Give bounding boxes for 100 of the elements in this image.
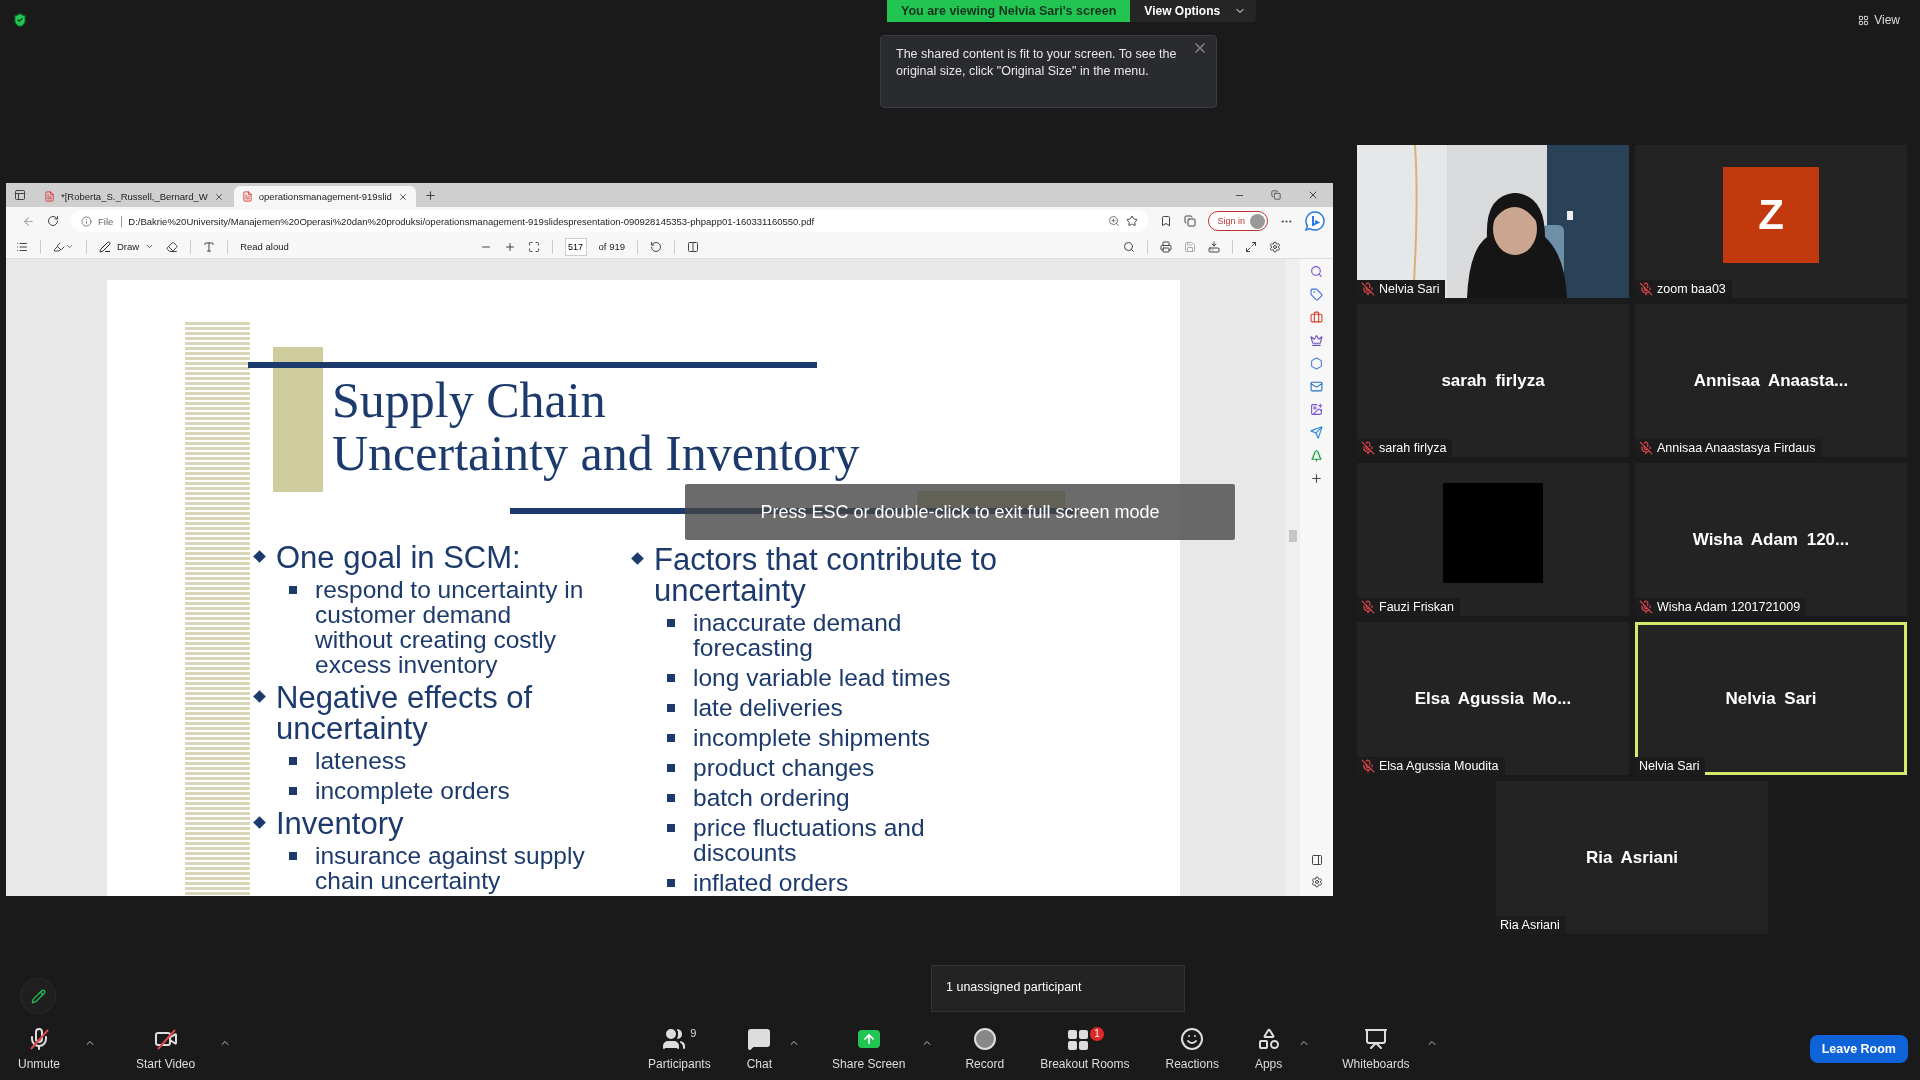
settings-icon[interactable] — [1310, 876, 1323, 888]
page-view-icon[interactable] — [687, 240, 699, 253]
avatar-initial: Z — [1723, 166, 1819, 263]
rotate-icon[interactable] — [650, 240, 662, 253]
print-icon[interactable] — [1160, 240, 1172, 253]
whiteboards-button[interactable]: Whiteboards — [1338, 1027, 1414, 1071]
fit-width-icon[interactable] — [527, 240, 540, 253]
annotate-button[interactable] — [20, 978, 56, 1014]
sign-in-button[interactable]: Sign in — [1208, 211, 1268, 231]
participant-name: Wisha Adam 120... — [1692, 529, 1850, 550]
search-icon[interactable] — [1310, 265, 1323, 278]
save-as-icon[interactable] — [1208, 240, 1220, 253]
participant-label-text: sarah firlyza — [1379, 441, 1447, 455]
view-options-button[interactable]: View Options — [1130, 0, 1257, 22]
participant-label-text: Fauzi Friskan — [1379, 600, 1455, 614]
tab-actions-icon[interactable] — [14, 189, 26, 201]
diamond-bullet-icon — [253, 816, 266, 829]
restore-icon[interactable] — [1271, 189, 1281, 201]
tree-icon[interactable] — [1310, 449, 1323, 462]
read-aloud-button[interactable]: Read aloud — [240, 241, 289, 252]
bullet-text: insurance against supply chain uncertainty — [315, 843, 585, 893]
toolbox-icon[interactable] — [1310, 311, 1323, 324]
pencil-icon — [30, 988, 46, 1004]
info-icon — [81, 215, 92, 227]
smiley-icon — [1180, 1027, 1205, 1051]
unassigned-tooltip: 1 unassigned participant — [931, 965, 1185, 1012]
apps-button[interactable]: Apps — [1250, 1027, 1287, 1071]
bullet-text: batch ordering — [693, 785, 851, 810]
record-icon — [972, 1027, 997, 1051]
bullet-text: lateness — [315, 748, 408, 773]
close-icon[interactable] — [397, 191, 408, 202]
chat-button[interactable]: Chat — [742, 1027, 777, 1071]
breakout-button[interactable]: 1 Breakout Rooms — [1036, 1027, 1134, 1071]
diamond-bullet-icon — [253, 690, 266, 703]
reactions-button[interactable]: Reactions — [1161, 1027, 1223, 1071]
security-shield-icon[interactable] — [12, 12, 28, 28]
draw-button[interactable]: Draw — [99, 240, 155, 253]
participant-label-text: Annisaa Anaastasya Firdaus — [1657, 441, 1816, 455]
square-bullet-icon — [667, 619, 675, 627]
mic-button[interactable]: Unmute — [14, 1027, 65, 1071]
participant-name: sarah firlyza — [1441, 370, 1545, 391]
sidebar-panel-icon[interactable] — [1310, 854, 1323, 866]
zoom-icon[interactable] — [1108, 215, 1121, 227]
browser-tab[interactable]: *[Roberta_S._Russell,_Bernard_W — [36, 186, 232, 207]
pdf-file-icon — [44, 191, 55, 202]
record-button[interactable]: Record — [961, 1027, 1009, 1071]
settings-icon[interactable] — [1269, 240, 1281, 253]
fullscreen-notice: Press ESC or double-click to exit full screen mode — [685, 484, 1235, 540]
bullet-heading: Inventory — [276, 808, 405, 839]
mail-icon[interactable] — [1310, 380, 1323, 393]
share-button[interactable]: Share Screen — [828, 1027, 910, 1071]
apps-icon — [1256, 1027, 1281, 1051]
avatar-icon — [1250, 213, 1265, 229]
participants-button[interactable]: 9 Participants — [644, 1027, 715, 1071]
square-bullet-icon — [667, 674, 675, 682]
browser-tab[interactable]: operationsmanagement-919slid — [233, 186, 416, 207]
pdf-file-icon — [241, 191, 253, 202]
expand-icon[interactable] — [1245, 240, 1257, 253]
close-icon[interactable] — [1307, 189, 1319, 201]
participant-label-text: Ria Asriani — [1500, 918, 1560, 932]
search-icon[interactable] — [1123, 240, 1135, 253]
chat-icon — [747, 1027, 772, 1051]
square-bullet-icon — [667, 794, 675, 802]
add-favorite-icon[interactable] — [1126, 215, 1139, 227]
square-bullet-icon — [289, 852, 297, 860]
caret-icon[interactable] — [145, 242, 155, 251]
refresh-icon[interactable] — [47, 215, 59, 227]
view-button[interactable]: View — [1852, 12, 1906, 28]
zoom-in-icon[interactable] — [503, 240, 516, 253]
text-box-icon[interactable] — [203, 240, 216, 253]
square-bullet-icon — [289, 787, 297, 795]
tag-icon[interactable] — [1310, 288, 1323, 301]
diamond-bullet-icon — [631, 552, 644, 565]
square-bullet-icon — [667, 824, 675, 832]
page-number-field[interactable]: 517 — [564, 237, 587, 256]
bullet-text: incomplete shipments — [693, 725, 931, 750]
address-field[interactable]: File D:/Bakrie%20University/Manajemen%20Operasi%20dan%20produksi/operationsmanagement-919slidespresentation-090928145353-phpapp01-160331160550.pdf — [71, 210, 1149, 232]
chat-bubble-icon[interactable] — [1305, 211, 1325, 231]
participant-name: Elsa Agussia Mo... — [1414, 688, 1572, 709]
video-button[interactable]: Start Video — [132, 1027, 200, 1071]
bullet-heading: One goal in SCM: — [276, 542, 522, 573]
hexagon-icon[interactable] — [1310, 357, 1323, 370]
bullet-text: respond to uncertainty in customer demand without creating costly excess inventory — [315, 577, 585, 677]
viewing-banner: You are viewing Nelvia Sari's screen — [887, 0, 1131, 22]
favorites-icon[interactable] — [1160, 215, 1173, 227]
slide-title: Supply Chain Uncertainty and Inventory — [332, 374, 860, 480]
new-tab-icon[interactable] — [423, 188, 437, 202]
pen-icon — [99, 240, 111, 253]
highlighter-icon[interactable] — [53, 240, 74, 253]
contents-icon[interactable] — [16, 240, 28, 253]
image-edit-icon[interactable] — [1310, 403, 1323, 416]
collections-icon[interactable] — [1184, 215, 1197, 227]
bullet-text: incomplete orders — [315, 778, 511, 803]
send-icon[interactable] — [1310, 426, 1323, 439]
add-icon[interactable] — [1310, 472, 1323, 485]
leave-room-button[interactable]: Leave Room — [1809, 1035, 1908, 1063]
close-icon[interactable] — [213, 191, 224, 202]
scrollbar[interactable] — [1286, 259, 1300, 896]
eraser-icon[interactable] — [166, 240, 179, 253]
participant-name: Annisaa Anaasta... — [1693, 370, 1849, 391]
